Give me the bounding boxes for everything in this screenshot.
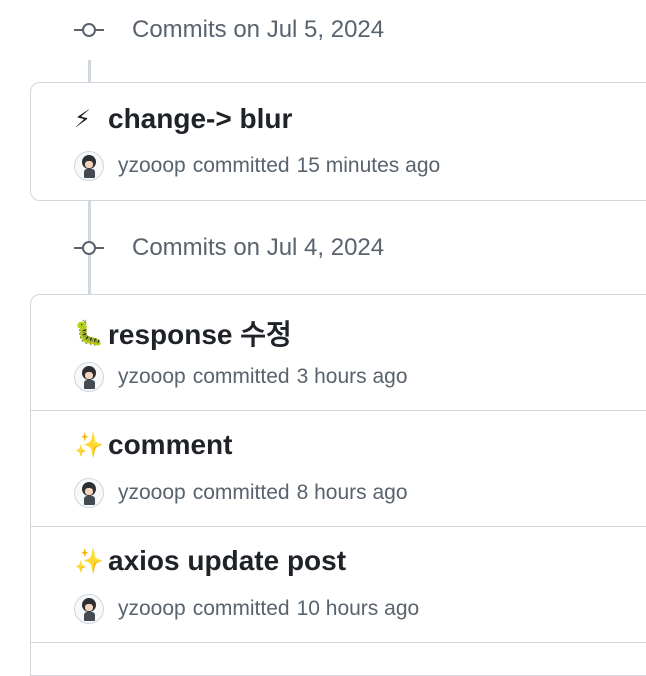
avatar[interactable] [74,362,104,392]
commit-verb: committed [192,597,290,620]
timeline-line [88,60,91,82]
commit-group-header: Commits on Jul 5, 2024 [74,15,384,45]
bug-icon: 🐛 [74,319,104,347]
commit-author-link[interactable]: yzooop [118,597,186,621]
commit-message-link[interactable]: comment [108,429,232,461]
commit-group-header: Commits on Jul 4, 2024 [74,233,384,263]
commit-message-link[interactable]: change-> blur [108,103,292,135]
commit-group-title: Commits on Jul 5, 2024 [132,16,385,43]
commit-meta: yzooop committed 15 minutes ago [74,151,440,181]
git-commit-icon [74,23,104,37]
commit-time: 3 hours ago [296,365,408,388]
commit-list: ⚡ change-> blur yzooop committed 15 minu… [30,82,646,201]
avatar[interactable] [74,151,104,181]
commit-message-link[interactable]: response 수정 [108,313,292,353]
commit-row[interactable]: 🐛 response 수정 yzooop committed 3 hours a… [31,295,646,411]
git-commit-icon [74,241,104,255]
commit-message-link[interactable]: axios update post [108,545,346,577]
commit-time: 15 minutes ago [296,154,441,177]
commit-row[interactable]: ⚡ change-> blur yzooop committed 15 minu… [31,83,646,199]
commit-row[interactable]: ✨ comment yzooop committed 8 hours ago [31,411,646,527]
commit-title[interactable]: ✨ comment [74,429,232,461]
commit-author-link[interactable]: yzooop [118,481,186,505]
lightning-icon: ⚡ [74,105,91,133]
commit-time: 10 hours ago [296,597,420,620]
commit-verb: committed [192,481,290,504]
commit-row[interactable]: ✨ axios update post yzooop committed 10 … [31,527,646,643]
sparkles-icon: ✨ [74,431,104,459]
avatar[interactable] [74,478,104,508]
commit-author-link[interactable]: yzooop [118,365,186,389]
commit-verb: committed [192,365,290,388]
commit-meta: yzooop committed 8 hours ago [74,478,408,508]
commit-title[interactable]: ⚡ change-> blur [74,103,292,135]
commit-group-title: Commits on Jul 4, 2024 [132,234,385,261]
commit-list: 🐛 response 수정 yzooop committed 3 hours a… [30,294,646,676]
commit-title[interactable]: ✨ axios update post [74,545,346,577]
commit-time: 8 hours ago [296,481,408,504]
commit-meta: yzooop committed 10 hours ago [74,594,419,624]
avatar[interactable] [74,594,104,624]
sparkles-icon: ✨ [74,547,104,575]
commit-meta: yzooop committed 3 hours ago [74,362,408,392]
commit-title[interactable]: 🐛 response 수정 [74,313,292,353]
commit-verb: committed [192,154,290,177]
commit-author-link[interactable]: yzooop [118,154,186,178]
